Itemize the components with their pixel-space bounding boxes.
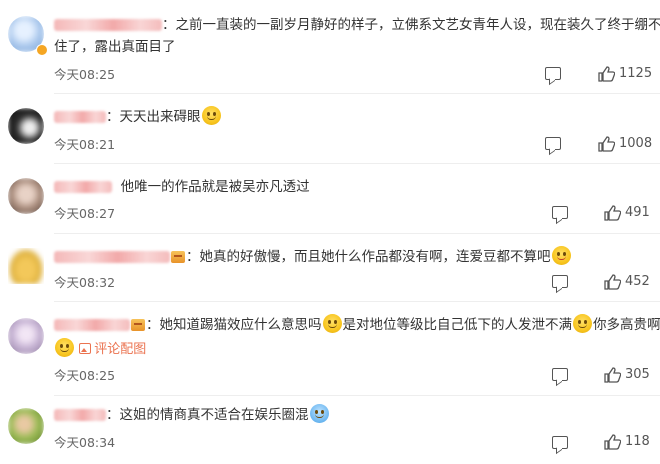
timestamp: 今天08:25 — [54, 67, 116, 82]
username[interactable] — [54, 181, 112, 193]
timestamp: 今天08:34 — [54, 435, 116, 450]
reply-icon[interactable] — [545, 137, 561, 150]
like-count: 305 — [625, 367, 650, 382]
like-count: 491 — [625, 205, 650, 220]
username[interactable] — [54, 409, 106, 421]
laugh-emoji-icon — [309, 404, 329, 423]
timestamp: 今天08:27 — [54, 206, 116, 221]
avatar-image — [8, 318, 44, 354]
avatar[interactable] — [8, 108, 44, 144]
comment-image-link[interactable]: 评论配图 — [79, 342, 146, 357]
avatar[interactable] — [8, 408, 44, 444]
smile-emoji-icon — [55, 338, 74, 357]
comment-item: 他唯一的作品就是被吴亦凡透过 今天08:27 491 — [0, 164, 660, 234]
smile-emoji-icon — [322, 314, 342, 333]
avatar-image — [8, 408, 44, 444]
username[interactable] — [54, 319, 130, 331]
timestamp: 今天08:32 — [54, 275, 116, 290]
like-count: 1125 — [619, 66, 653, 81]
avatar[interactable] — [8, 178, 44, 214]
verified-badge-icon — [36, 44, 48, 56]
like-count: 452 — [625, 274, 650, 289]
username[interactable] — [54, 251, 170, 263]
tongue-emoji-icon — [551, 246, 571, 265]
smile-emoji-icon — [573, 314, 592, 333]
comment-text: ：她知道踢猫效应什么意思吗 是对地位等级比自己低下的人发泄不满 你多高贵啊 — [54, 314, 660, 336]
avatar[interactable] — [8, 248, 44, 284]
comment-text: ：这姐的情商真不适合在娱乐圈混 — [54, 404, 648, 426]
avatar-image — [8, 108, 44, 144]
comment-text: ：天天出来碍眼 — [54, 106, 648, 128]
comment-item: ：她知道踢猫效应什么意思吗 是对地位等级比自己低下的人发泄不满 你多高贵啊 评论配图… — [0, 302, 660, 396]
reply-icon[interactable] — [552, 368, 568, 381]
reply-icon[interactable] — [552, 436, 568, 449]
comment-item: ：她真的好傲慢，而且她什么作品都没有啊，连爱豆都不算吧 今天08:32 452 — [0, 234, 660, 302]
member-badge-icon — [171, 251, 185, 263]
comment-item: ：这姐的情商真不适合在娱乐圈混 今天08:34 118 — [0, 396, 660, 464]
like-icon[interactable] — [604, 434, 621, 450]
like-count: 118 — [625, 434, 650, 449]
avatar[interactable] — [8, 318, 44, 354]
avatar-image — [8, 248, 44, 284]
like-icon[interactable] — [598, 136, 615, 152]
picture-icon — [79, 343, 92, 354]
username[interactable] — [54, 111, 106, 123]
timestamp: 今天08:25 — [54, 368, 116, 383]
comment-text-line2: 住了，露出真面目了 — [54, 39, 176, 55]
like-icon[interactable] — [604, 205, 621, 221]
comment-item: ：之前一直装的一副岁月静好的样子，立佛系文艺女青年人设，现在装久了终于绷不 住了… — [0, 0, 660, 94]
comment-text: ：她真的好傲慢，而且她什么作品都没有啊，连爱豆都不算吧 — [54, 246, 648, 268]
member-badge-icon — [131, 319, 145, 331]
like-icon[interactable] — [604, 367, 621, 383]
comment-item: ：天天出来碍眼 今天08:21 1008 — [0, 94, 660, 164]
like-icon[interactable] — [604, 274, 621, 290]
comment-text-line2: 评论配图 — [54, 338, 648, 361]
reply-icon[interactable] — [552, 275, 568, 288]
comment-text: 他唯一的作品就是被吴亦凡透过 — [54, 176, 648, 198]
timestamp: 今天08:21 — [54, 137, 116, 152]
comment-text: ：之前一直装的一副岁月静好的样子，立佛系文艺女青年人设，现在装久了终于绷不 — [54, 14, 660, 36]
like-count: 1008 — [619, 136, 653, 151]
reply-icon[interactable] — [552, 206, 568, 219]
username[interactable] — [54, 19, 162, 31]
like-icon[interactable] — [598, 66, 615, 82]
reply-icon[interactable] — [545, 67, 561, 80]
smile-emoji-icon — [201, 106, 221, 125]
avatar-image — [8, 178, 44, 214]
